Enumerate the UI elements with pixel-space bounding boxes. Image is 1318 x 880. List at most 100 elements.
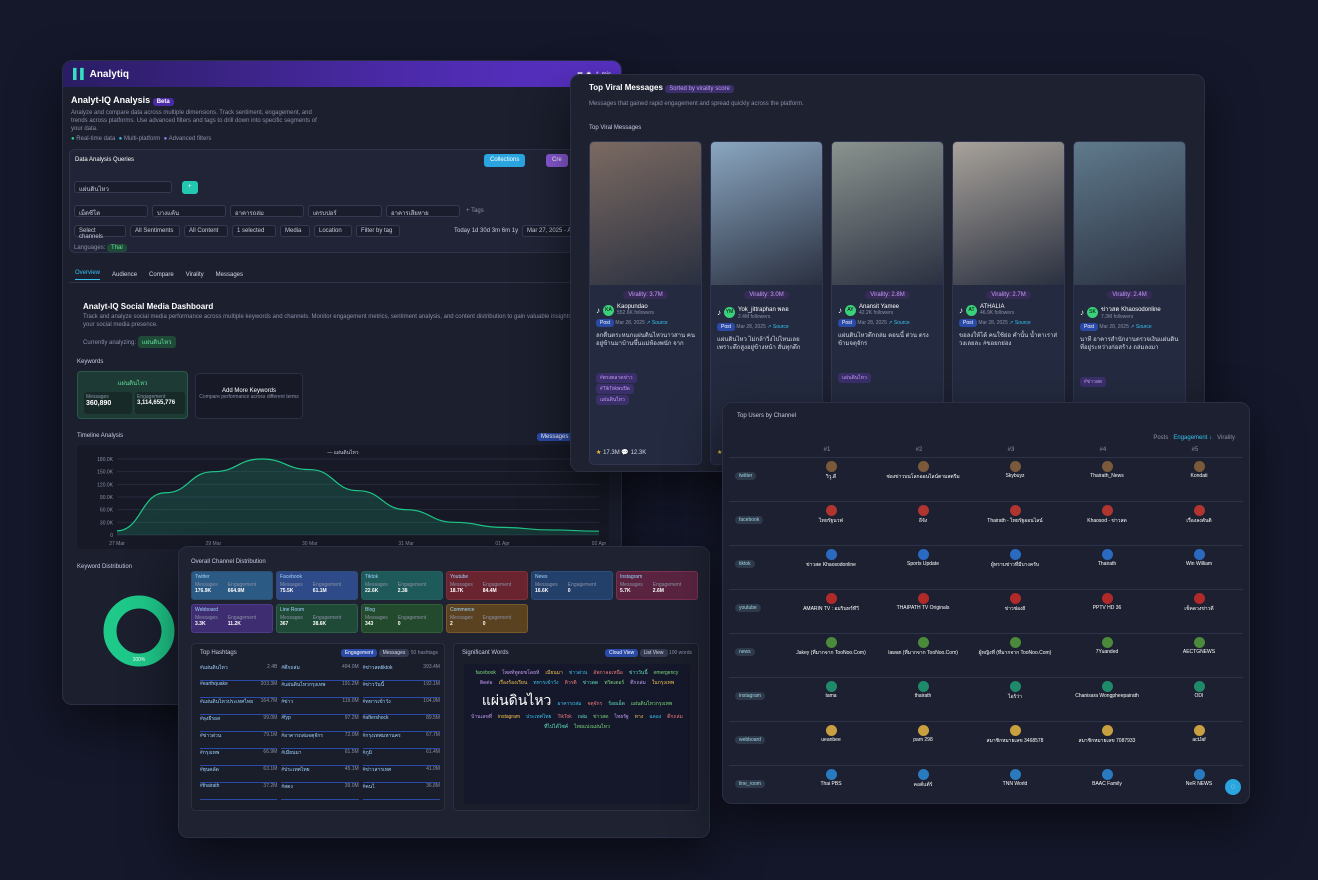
user-cell[interactable]: Jakey (ที่มากจาก TooNoo.Com) <box>787 637 875 657</box>
tags-field[interactable]: + Tags <box>466 208 484 214</box>
user-cell[interactable]: ueanbee <box>787 725 875 743</box>
cloud-word[interactable]: เรื่องร้องเรียน <box>499 679 528 687</box>
list-view-toggle[interactable]: List View <box>639 649 668 657</box>
hashtag-item[interactable]: #ฮุนคลัด 63.1M <box>200 766 278 783</box>
hashtag-item[interactable]: #earthquake 203.3M <box>200 681 278 698</box>
cloud-word[interactable]: ในกรุงเทพ <box>652 679 674 687</box>
tab-messages[interactable]: Messages <box>216 272 243 278</box>
user-cell[interactable]: Win William <box>1155 549 1243 567</box>
hashtag-item[interactable]: #ข่าวสารเทศ 41.0M <box>362 766 440 783</box>
cloud-word[interactable]: อาคารถล่ม <box>557 700 581 708</box>
channel-card[interactable]: Webboard Messages 3.3K Engagement 11.2K <box>191 604 273 633</box>
source-link[interactable]: ↗ Source <box>646 320 667 326</box>
cloud-word[interactable]: บ้านเลขที่ <box>471 713 492 721</box>
hashtag-item[interactable]: #แผ่นดินไหวประเทศไทย 164.7M <box>200 698 278 715</box>
cloud-word[interactable]: instagram <box>498 713 520 721</box>
user-cell[interactable]: ODI <box>1155 681 1243 699</box>
hashtag-item[interactable]: #อาคารถล่มจตุจักร 72.0M <box>281 732 359 749</box>
hashtag-item[interactable]: #แผ่นดินไหว 2.4B <box>200 664 278 681</box>
hashtag-chip[interactable]: แผ่นดินไหว <box>838 373 871 383</box>
user-cell[interactable]: Skybuyz <box>971 461 1059 479</box>
user-cell[interactable]: tama <box>787 681 875 699</box>
user-cell[interactable]: วิวู.ดี <box>787 461 875 481</box>
source-link[interactable]: ↗ Source <box>1130 324 1151 330</box>
source-link[interactable]: ↗ Source <box>767 324 788 330</box>
cloud-word[interactable]: คิวรติ <box>565 679 577 687</box>
cloud-word[interactable]: ฉลอง <box>649 713 661 721</box>
channel-card[interactable]: Facebook Messages 75.5K Engagement 61.1M <box>276 571 358 600</box>
user-cell[interactable]: Khaosod - ข่าวสด <box>1063 505 1151 525</box>
tab-audience[interactable]: Audience <box>112 272 137 278</box>
hashtag-item[interactable]: #ลุงธีรยส 99.0M <box>200 715 278 732</box>
user-cell[interactable]: PPTV HD 36 <box>1063 593 1151 611</box>
language-chip[interactable]: Thai <box>107 244 127 252</box>
hashtags-messages-toggle[interactable]: Messages <box>378 649 410 657</box>
content-select[interactable]: All Content <box>184 225 228 237</box>
cloud-word[interactable]: ที่ไปได้ไซค์ <box>544 723 568 731</box>
user-cell[interactable]: คอต์แต้ร์ <box>879 769 967 789</box>
channel-card[interactable]: Blog Messages 343 Engagement 0 <box>361 604 443 633</box>
user-cell[interactable]: BAAC Family <box>1063 769 1151 787</box>
tab-overview[interactable]: Overview <box>75 270 101 280</box>
add-keyword-card[interactable]: Add More Keywords Compare performance ac… <box>195 373 303 419</box>
user-cell[interactable]: AECTGNEWS <box>1155 637 1243 655</box>
cloud-word[interactable]: ทาง <box>635 713 644 721</box>
sentiment-select[interactable]: All Sentiments <box>130 225 180 237</box>
source-link[interactable]: ↗ Source <box>888 320 909 326</box>
chat-icon[interactable]: ◌ <box>1225 779 1241 795</box>
tag-filter[interactable]: Filter by tag <box>356 225 400 237</box>
user-cell[interactable]: เช็คดวงข่าวดี <box>1155 593 1243 613</box>
user-cell[interactable]: สมาชิกหมายเลข 7087933 <box>1063 725 1151 745</box>
cloud-word[interactable]: ติดต่อ <box>480 679 493 687</box>
cloud-word[interactable]: เมียนมา <box>545 669 562 677</box>
cloud-word[interactable]: emergency <box>654 669 679 677</box>
source-link[interactable]: ↗ Source <box>1009 320 1030 326</box>
channel-card[interactable]: Tiktok Messages 22.6K Engagement 2.38 <box>361 571 443 600</box>
hashtag-item[interactable]: #fyp 97.2M <box>281 715 359 732</box>
hashtag-item[interactable]: #ข่าว 119.0M <box>281 698 359 715</box>
field-3[interactable]: อาคารถล่ม <box>230 205 304 217</box>
user-cell[interactable]: THAIPATH TV Originals <box>879 593 967 611</box>
tab-compare[interactable]: Compare <box>149 272 174 278</box>
channel-card[interactable]: Commerce Messages 2 Engagement 0 <box>446 604 528 633</box>
user-cell[interactable]: ช่องข่าวบนโลกออนไลน์ตามสตรีม <box>879 461 967 481</box>
keyword-card[interactable]: แผ่นดินไหว Messages 360,890 Engagement 3… <box>77 371 188 419</box>
user-cell[interactable]: เรื่องลงตันติ <box>1155 505 1243 525</box>
selected-select[interactable]: 1 selected <box>232 225 276 237</box>
cloud-word[interactable]: TikTok <box>557 713 571 721</box>
user-cell[interactable]: Kondati <box>1155 461 1243 479</box>
video-thumbnail[interactable] <box>1074 142 1185 285</box>
hashtag-item[interactable]: #aftershock 89.5M <box>362 715 440 732</box>
hashtag-item[interactable]: #ประเทศไทย 45.1M <box>281 766 359 783</box>
user-cell[interactable]: ไอร้ว่า <box>971 681 1059 701</box>
hashtags-engagement-toggle[interactable]: Engagement <box>340 649 378 657</box>
hashtag-item[interactable]: #กรุงเทพ 66.9M <box>200 749 278 766</box>
channel-card[interactable]: Line Room Messages 367 Engagement 38.6K <box>276 604 358 633</box>
cloud-word[interactable]: อัพกาลอเหนือ <box>593 669 623 677</box>
user-cell[interactable]: TNN World <box>971 769 1059 787</box>
hashtag-item[interactable]: #กรุงเทพมหานคร 67.7M <box>362 732 440 749</box>
cloud-word[interactable]: ข่าววันนี้ <box>629 669 648 677</box>
video-thumbnail[interactable] <box>711 142 822 285</box>
cloud-word[interactable]: จตุจักร <box>587 700 602 708</box>
user-cell[interactable]: Chanisara Wongpheepairath <box>1063 681 1151 699</box>
video-thumbnail[interactable] <box>832 142 943 285</box>
cloud-word[interactable]: ทวิตเตอร์ <box>604 679 624 687</box>
user-cell[interactable]: Thai PBS <box>787 769 875 787</box>
field-1[interactable]: เม็ดซีโต <box>74 205 148 217</box>
hashtag-chip[interactable]: #TikTokพบปิด <box>596 384 634 394</box>
author-name[interactable]: ข่าวสด Khaosodonline <box>1101 304 1161 314</box>
cloud-word[interactable]: ร้อยเอ็ด <box>608 700 625 708</box>
channel-select[interactable]: Select channels <box>74 225 126 240</box>
user-cell[interactable]: Iawan (ที่มากจาก TooNoo.Com) <box>879 637 967 657</box>
hashtag-item[interactable]: #ข่าวด่วน 79.1M <box>200 732 278 749</box>
user-cell[interactable]: Thairath <box>1063 549 1151 567</box>
media-filter[interactable]: Media <box>280 225 310 237</box>
hashtag-item[interactable]: #คนไ 36.8M <box>362 783 440 800</box>
cloud-word[interactable]: ข่าวสด <box>593 713 608 721</box>
range-buttons[interactable]: Today 1d 30d 3m 6m 1y <box>454 228 518 234</box>
create-button[interactable]: Cre <box>546 154 568 167</box>
collections-button[interactable]: Collections <box>484 154 526 167</box>
cloud-word[interactable]: ทหารเข้าวัง <box>533 679 558 687</box>
user-cell[interactable]: thairath <box>879 681 967 699</box>
